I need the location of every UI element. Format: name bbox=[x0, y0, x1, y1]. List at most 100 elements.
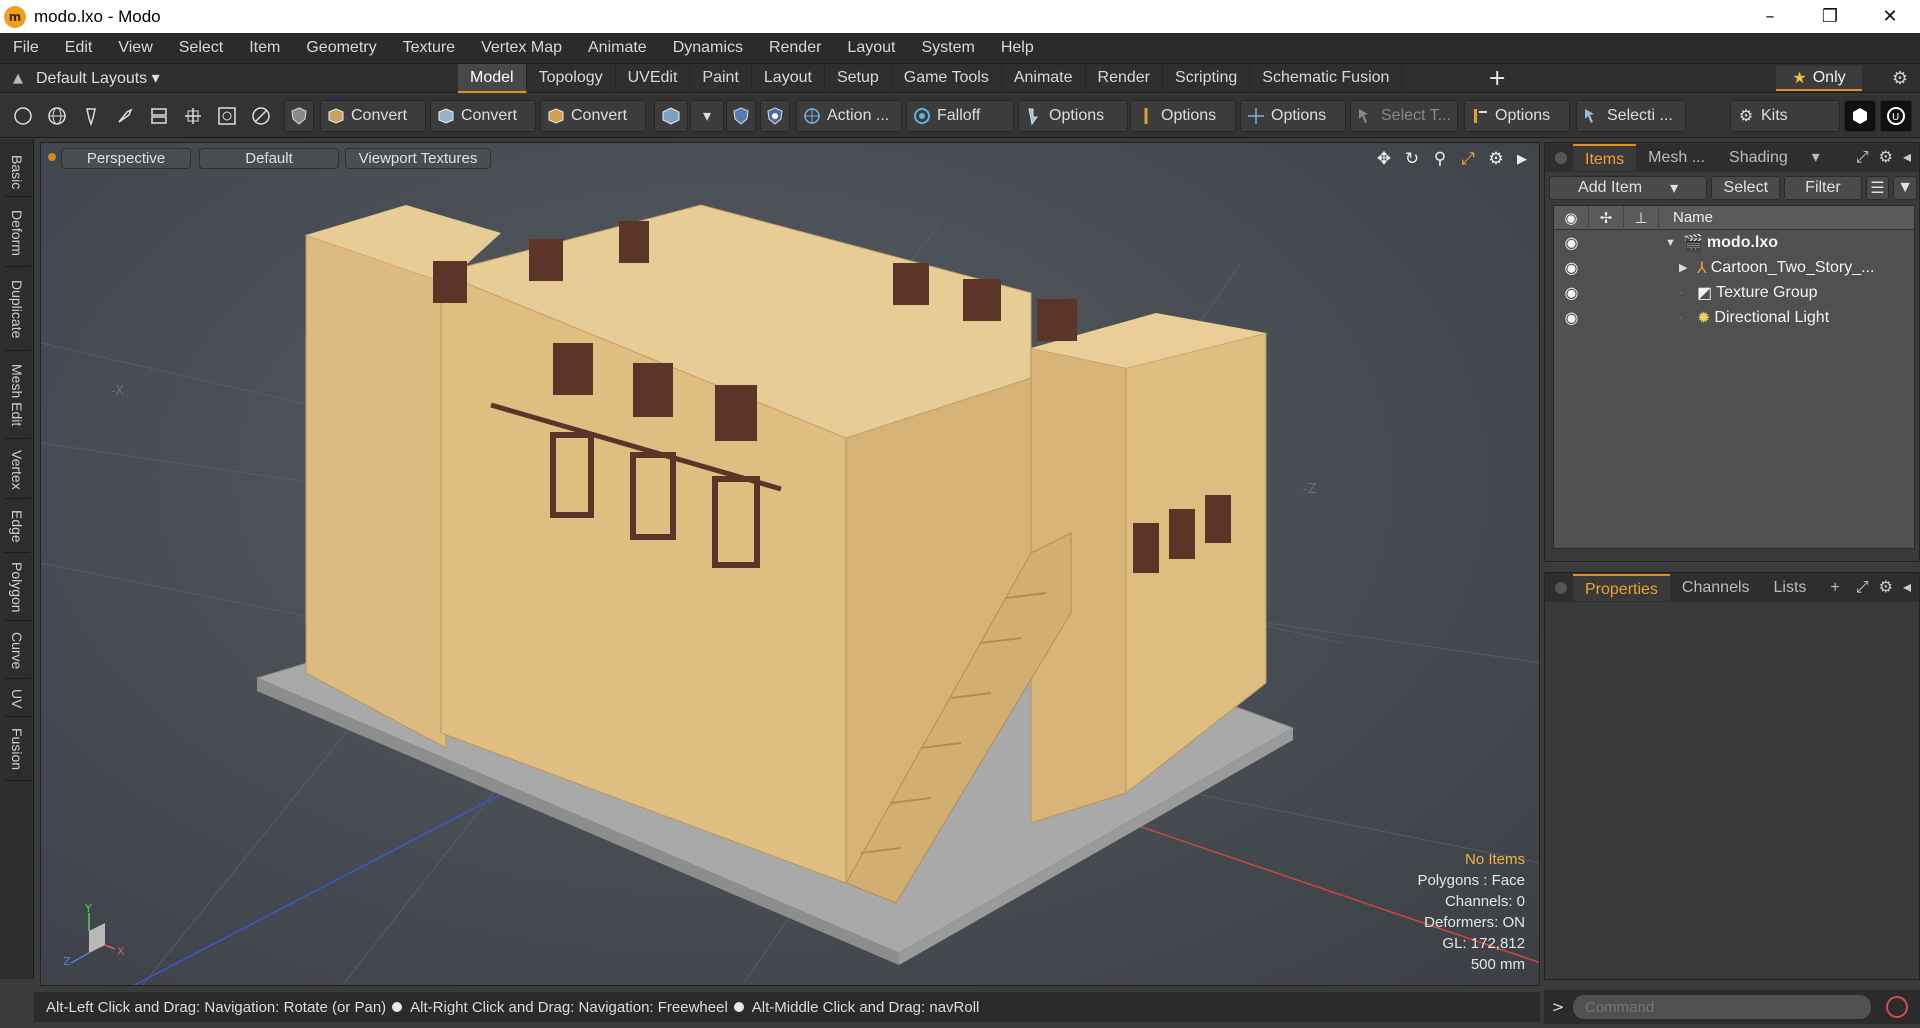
panel-gear-icon[interactable]: ⚙ bbox=[1879, 147, 1893, 167]
tab-shading[interactable]: Shading bbox=[1717, 144, 1800, 171]
tab-model[interactable]: Model bbox=[458, 64, 527, 93]
tree-row-mesh[interactable]: ◉ ▶ ⅄ Cartoon_Two_Story_... bbox=[1554, 255, 1914, 280]
close-button[interactable]: ✕ bbox=[1860, 0, 1920, 33]
axis-column-icon[interactable]: ⊥ bbox=[1624, 205, 1659, 230]
falloff-button[interactable]: Falloff bbox=[906, 100, 1014, 132]
panel-chevron-down-icon[interactable]: ▾ bbox=[1800, 144, 1832, 171]
list-options-icon[interactable]: ☰ bbox=[1865, 176, 1890, 200]
convert-button-2[interactable]: Convert bbox=[430, 100, 536, 132]
panel-arrow-icon[interactable]: ◂ bbox=[1903, 577, 1911, 597]
add-panel-tab-button[interactable]: + bbox=[1818, 574, 1851, 601]
pin-icon[interactable]: ▲ bbox=[0, 71, 36, 86]
tab-properties[interactable]: Properties bbox=[1573, 574, 1670, 601]
select-through-button[interactable]: Select T... bbox=[1350, 100, 1458, 132]
expand-triangle-icon[interactable]: ▶ bbox=[1679, 261, 1693, 274]
shield-element-icon[interactable] bbox=[760, 100, 790, 132]
focus-frame-icon[interactable] bbox=[212, 100, 242, 132]
tab-lists[interactable]: Lists bbox=[1762, 574, 1819, 601]
command-input[interactable] bbox=[1572, 994, 1872, 1020]
convert-button-1[interactable]: Convert bbox=[320, 100, 426, 132]
vtab-deform[interactable]: Deform bbox=[4, 199, 30, 267]
default-layouts-dropdown[interactable]: Default Layouts ▾ bbox=[36, 68, 186, 88]
shield-mesh-icon[interactable] bbox=[284, 100, 314, 132]
tab-schematic-fusion[interactable]: Schematic Fusion bbox=[1250, 64, 1403, 93]
menu-animate[interactable]: Animate bbox=[575, 39, 660, 57]
menu-select[interactable]: Select bbox=[166, 39, 236, 57]
vtab-uv[interactable]: UV bbox=[4, 681, 30, 717]
add-item-button[interactable]: Add Item ▾ bbox=[1549, 176, 1708, 200]
viewport-gear-icon[interactable]: ⚙ bbox=[1485, 148, 1507, 170]
rotate-icon[interactable]: ↻ bbox=[1401, 148, 1423, 170]
vtab-duplicate[interactable]: Duplicate bbox=[4, 269, 30, 351]
kits-button[interactable]: ⚙ Kits bbox=[1730, 100, 1840, 132]
menu-vertex-map[interactable]: Vertex Map bbox=[468, 39, 575, 57]
record-macro-icon[interactable] bbox=[1886, 996, 1908, 1018]
vtab-basic[interactable]: Basic bbox=[4, 149, 30, 197]
zoom-search-icon[interactable]: ⚲ bbox=[1429, 148, 1451, 170]
panel-gear-icon[interactable]: ⚙ bbox=[1879, 577, 1893, 597]
select-button[interactable]: Select bbox=[1711, 176, 1781, 200]
3d-viewport[interactable]: -X -Z Y X Z Perspective Default Viewport… bbox=[40, 142, 1540, 986]
action-center-button[interactable]: Action ... bbox=[796, 100, 902, 132]
workplane-options-button[interactable]: Options bbox=[1240, 100, 1346, 132]
cube-primitive-icon[interactable] bbox=[654, 100, 688, 132]
maximize-button[interactable]: ❐ bbox=[1800, 0, 1860, 33]
tab-scripting[interactable]: Scripting bbox=[1163, 64, 1251, 93]
gear-icon[interactable]: ⚙ bbox=[1892, 68, 1908, 89]
pen-tool-icon[interactable] bbox=[76, 100, 106, 132]
collapse-triangle-icon[interactable]: ▼ bbox=[1665, 237, 1679, 249]
snapping-options-button[interactable]: Options bbox=[1018, 100, 1128, 132]
eye-icon[interactable]: ◉ bbox=[1554, 233, 1589, 253]
tab-paint[interactable]: Paint bbox=[690, 64, 752, 93]
visibility-column-eye-icon[interactable]: ◉ bbox=[1554, 205, 1589, 230]
menu-system[interactable]: System bbox=[908, 39, 987, 57]
vtab-polygon[interactable]: Polygon bbox=[4, 555, 30, 621]
menu-render[interactable]: Render bbox=[756, 39, 834, 57]
tab-animate[interactable]: Animate bbox=[1002, 64, 1086, 93]
menu-edit[interactable]: Edit bbox=[52, 39, 106, 57]
brush-tool-icon[interactable] bbox=[110, 100, 140, 132]
shading-style-dropdown[interactable]: Default bbox=[199, 148, 339, 169]
unreal-icon[interactable]: U bbox=[1880, 100, 1912, 132]
menu-item[interactable]: Item bbox=[236, 39, 293, 57]
unity-icon[interactable] bbox=[1844, 100, 1876, 132]
workplane-icon[interactable] bbox=[178, 100, 208, 132]
tab-uvedit[interactable]: UVEdit bbox=[616, 64, 691, 93]
maximize-viewport-icon[interactable]: ⤢ bbox=[1457, 148, 1479, 170]
convert-button-3[interactable]: Convert bbox=[540, 100, 646, 132]
circle-select-icon[interactable] bbox=[8, 100, 38, 132]
vtab-vertex[interactable]: Vertex bbox=[4, 441, 30, 499]
vtab-fusion[interactable]: Fusion bbox=[4, 719, 30, 781]
no-symmetry-icon[interactable] bbox=[246, 100, 276, 132]
tab-setup[interactable]: Setup bbox=[825, 64, 892, 93]
layers-icon[interactable] bbox=[144, 100, 174, 132]
globe-icon[interactable] bbox=[42, 100, 72, 132]
vtab-curve[interactable]: Curve bbox=[4, 623, 30, 679]
expand-panel-icon[interactable]: ⤢ bbox=[1856, 147, 1869, 167]
add-tab-button[interactable]: + bbox=[1488, 66, 1506, 91]
menu-layout[interactable]: Layout bbox=[834, 39, 908, 57]
menu-file[interactable]: File bbox=[0, 39, 52, 57]
expand-panel-icon[interactable]: ⤢ bbox=[1856, 577, 1869, 597]
viewport-menu-dot[interactable] bbox=[48, 153, 56, 161]
eye-icon[interactable]: ◉ bbox=[1554, 258, 1589, 278]
eye-icon[interactable]: ◉ bbox=[1554, 283, 1589, 303]
tab-topology[interactable]: Topology bbox=[527, 64, 616, 93]
tree-row-directional-light[interactable]: ◉ · ✹ Directional Light bbox=[1554, 305, 1914, 330]
tree-row-scene[interactable]: ◉ ▼ 🎬 modo.lxo bbox=[1554, 230, 1914, 255]
menu-geometry[interactable]: Geometry bbox=[293, 39, 389, 57]
tab-channels[interactable]: Channels bbox=[1670, 574, 1762, 601]
minimize-button[interactable]: – bbox=[1740, 0, 1800, 33]
pan-move-icon[interactable]: ✥ bbox=[1373, 148, 1395, 170]
menu-texture[interactable]: Texture bbox=[390, 39, 468, 57]
viewport-expand-arrow-icon[interactable]: ▶ bbox=[1511, 148, 1533, 170]
lock-column-icon[interactable]: ✢ bbox=[1589, 205, 1624, 230]
chevron-down-icon[interactable]: ▾ bbox=[690, 100, 724, 132]
eye-icon[interactable]: ◉ bbox=[1554, 308, 1589, 328]
vtab-mesh-edit[interactable]: Mesh Edit bbox=[4, 353, 30, 439]
panel-menu-dot[interactable] bbox=[1555, 581, 1567, 594]
tool-options-button[interactable]: Options bbox=[1464, 100, 1570, 132]
tab-items[interactable]: Items bbox=[1573, 144, 1637, 171]
perspective-dropdown[interactable]: Perspective bbox=[61, 148, 191, 169]
shield-snap-icon[interactable] bbox=[726, 100, 756, 132]
